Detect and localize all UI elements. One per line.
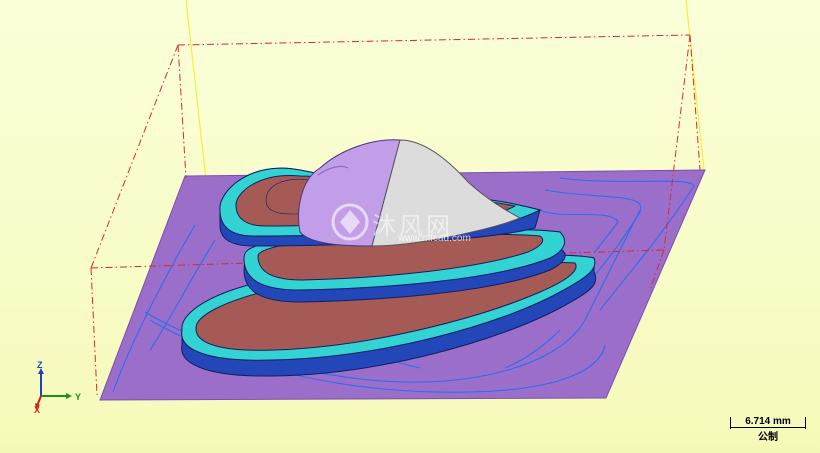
axis-z-label: Z [37, 360, 43, 370]
watermark-url: www.mfcad.com [398, 233, 471, 244]
scale-bar: 6.714 mm 公制 [730, 416, 806, 443]
axis-x-label: X [34, 405, 41, 415]
scale-units: 公制 [758, 432, 778, 443]
work-axis-line-left [185, 0, 207, 181]
cad-viewport[interactable]: 沐风网 www.mfcad.com Z Y X 6.714 mm 公制 [0, 0, 820, 453]
work-axis-line-right [685, 0, 705, 171]
axis-y-label: Y [75, 392, 82, 402]
scale-value: 6.714 mm [745, 416, 791, 427]
